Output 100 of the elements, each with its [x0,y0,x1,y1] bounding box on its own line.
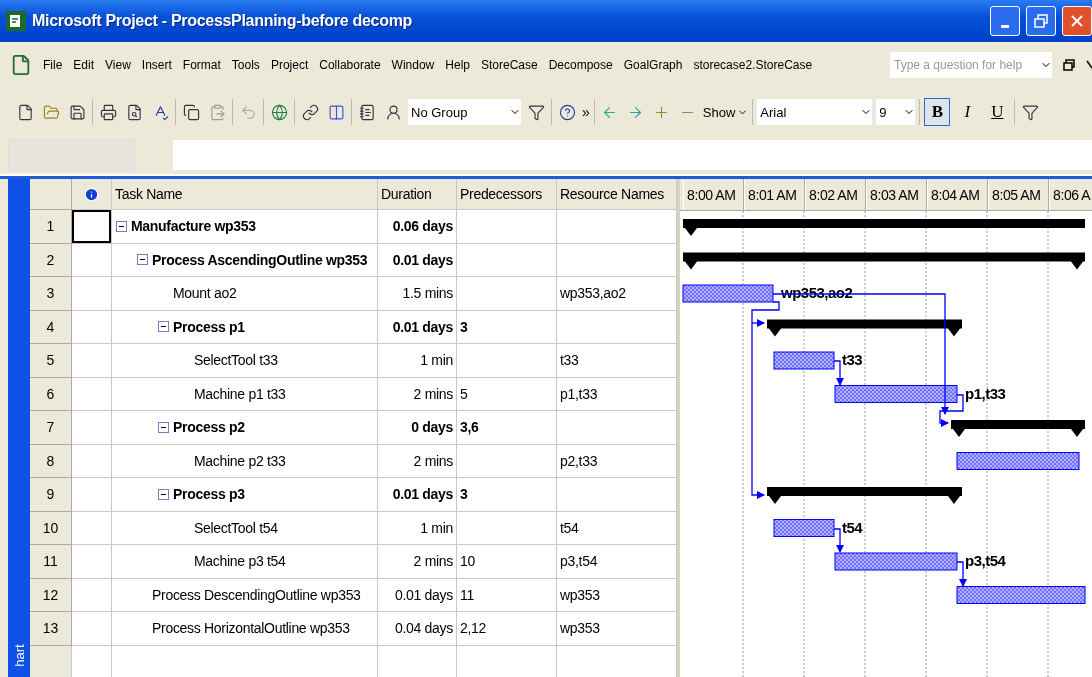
menu-item[interactable]: Window [391,58,435,72]
duration-cell: 0 days [378,411,457,445]
format-button[interactable]: B [924,98,951,126]
collapse-icon[interactable] [116,220,127,232]
view-bar[interactable]: hart [8,179,30,677]
task-name: Machine p2 t33 [194,452,286,469]
restore-icon [1034,14,1048,28]
column-header[interactable]: Predecessors [457,179,557,210]
indicator-cell[interactable] [72,478,112,512]
restore-icon[interactable] [1063,59,1075,71]
menu-item[interactable]: StoreCase [481,58,538,72]
task-name: Process HorizontalOutline wp353 [152,620,350,637]
indicator-cell[interactable] [72,377,112,411]
document-icon[interactable] [10,54,32,76]
resources-cell: t54 [557,511,677,545]
task-name: SelectTool t54 [194,519,278,536]
close-button[interactable] [1062,6,1092,36]
menu-item[interactable]: GoalGraph [623,58,683,72]
predecessors-cell: 2,12 [457,612,557,646]
indicator-cell[interactable] [72,511,112,545]
restore-button[interactable] [1026,6,1056,36]
indicator-cell[interactable] [72,411,112,445]
task-name: Process p3 [173,486,245,503]
view-label[interactable]: hart [11,644,27,667]
more-tools-button[interactable]: » [582,104,590,120]
menu-item[interactable]: Decompose [548,58,613,72]
collapse-icon[interactable] [158,488,169,500]
resources-cell: p3,t54 [557,545,677,579]
indicator-cell[interactable] [72,444,112,478]
resources-cell: p2,t33 [557,444,677,478]
row-number[interactable]: 10 [30,511,72,545]
font-dropdown[interactable]: Arial [757,99,873,125]
font-size-dropdown[interactable]: 9 [876,99,916,125]
close-icon [1070,14,1084,28]
timescale-label: 8:05 AM [988,179,1049,210]
collapse-icon[interactable] [137,254,148,266]
menu-item[interactable]: Collaborate [319,58,381,72]
menu-item[interactable]: Tools [231,58,260,72]
row-number[interactable]: 6 [30,377,72,411]
predecessors-cell: 3 [457,478,557,512]
menu-item[interactable]: Project [270,58,309,72]
menu-item[interactable]: Format [182,58,221,72]
resources-cell: wp353,ao2 [557,277,677,311]
resources-cell: wp353 [557,578,677,612]
font-size-value: 9 [879,104,887,120]
row-number[interactable]: 7 [30,411,72,445]
row-number[interactable]: 2 [30,243,72,277]
timescale-label: 8:02 AM [805,179,866,210]
row-number[interactable]: 1 [30,210,72,244]
duration-cell: 0.01 days [378,478,457,512]
task-name: Mount ao2 [173,285,237,302]
indicator-cell[interactable] [72,612,112,646]
menu-item[interactable]: Edit [73,58,95,72]
indicator-cell[interactable] [72,277,112,311]
indicator-cell[interactable] [72,578,112,612]
row-number[interactable]: 3 [30,277,72,311]
row-number[interactable]: 12 [30,578,72,612]
indicator-cell[interactable] [72,243,112,277]
entry-field[interactable] [173,140,1092,170]
close-icon[interactable] [1086,60,1092,70]
column-header[interactable]: Resource Names [557,179,677,210]
format-button[interactable]: U [984,98,1011,126]
collapse-icon[interactable] [158,321,169,333]
column-header[interactable]: Task Name [112,179,378,210]
predecessors-cell: 11 [457,578,557,612]
row-number[interactable]: 9 [30,478,72,512]
menu-item[interactable]: Insert [141,58,172,72]
row-number[interactable]: 13 [30,612,72,646]
indicator-cell[interactable] [72,344,112,378]
predecessors-cell: 10 [457,545,557,579]
menu-item[interactable]: storecase2.StoreCase [693,58,813,72]
group-value: No Group [411,104,468,120]
font-value: Arial [760,104,787,120]
minimize-button[interactable] [990,6,1020,36]
duration-cell: 2 mins [378,545,457,579]
show-button[interactable]: Show [702,104,736,120]
task-name: Process AscendingOutline wp353 [152,251,368,268]
row-number[interactable]: 11 [30,545,72,579]
resources-cell: wp353 [557,612,677,646]
task-name: SelectTool t33 [194,352,278,369]
group-dropdown[interactable]: No Group [408,99,521,125]
dependency-arrow [833,528,844,553]
row-number[interactable]: 5 [30,344,72,378]
timescale-label: 8:01 AM [744,179,805,210]
row-number[interactable]: 4 [30,310,72,344]
collapse-icon[interactable] [158,421,169,433]
task-name: Machine p3 t54 [194,553,286,570]
menu-item[interactable]: File [43,58,63,72]
indicator-cell[interactable] [72,310,112,344]
indicator-cell[interactable] [72,210,112,244]
indicator-cell[interactable] [72,545,112,579]
task-name: Manufacture wp353 [131,218,256,235]
row-number[interactable]: 8 [30,444,72,478]
duration-cell: 0.06 days [378,210,457,244]
format-button[interactable]: I [954,98,981,126]
duration-cell: 0.04 days [378,612,457,646]
menu-item[interactable]: Help [445,58,470,72]
column-header[interactable]: Duration [378,179,457,210]
menu-item[interactable]: View [105,58,131,72]
predecessors-cell: 3 [457,310,557,344]
